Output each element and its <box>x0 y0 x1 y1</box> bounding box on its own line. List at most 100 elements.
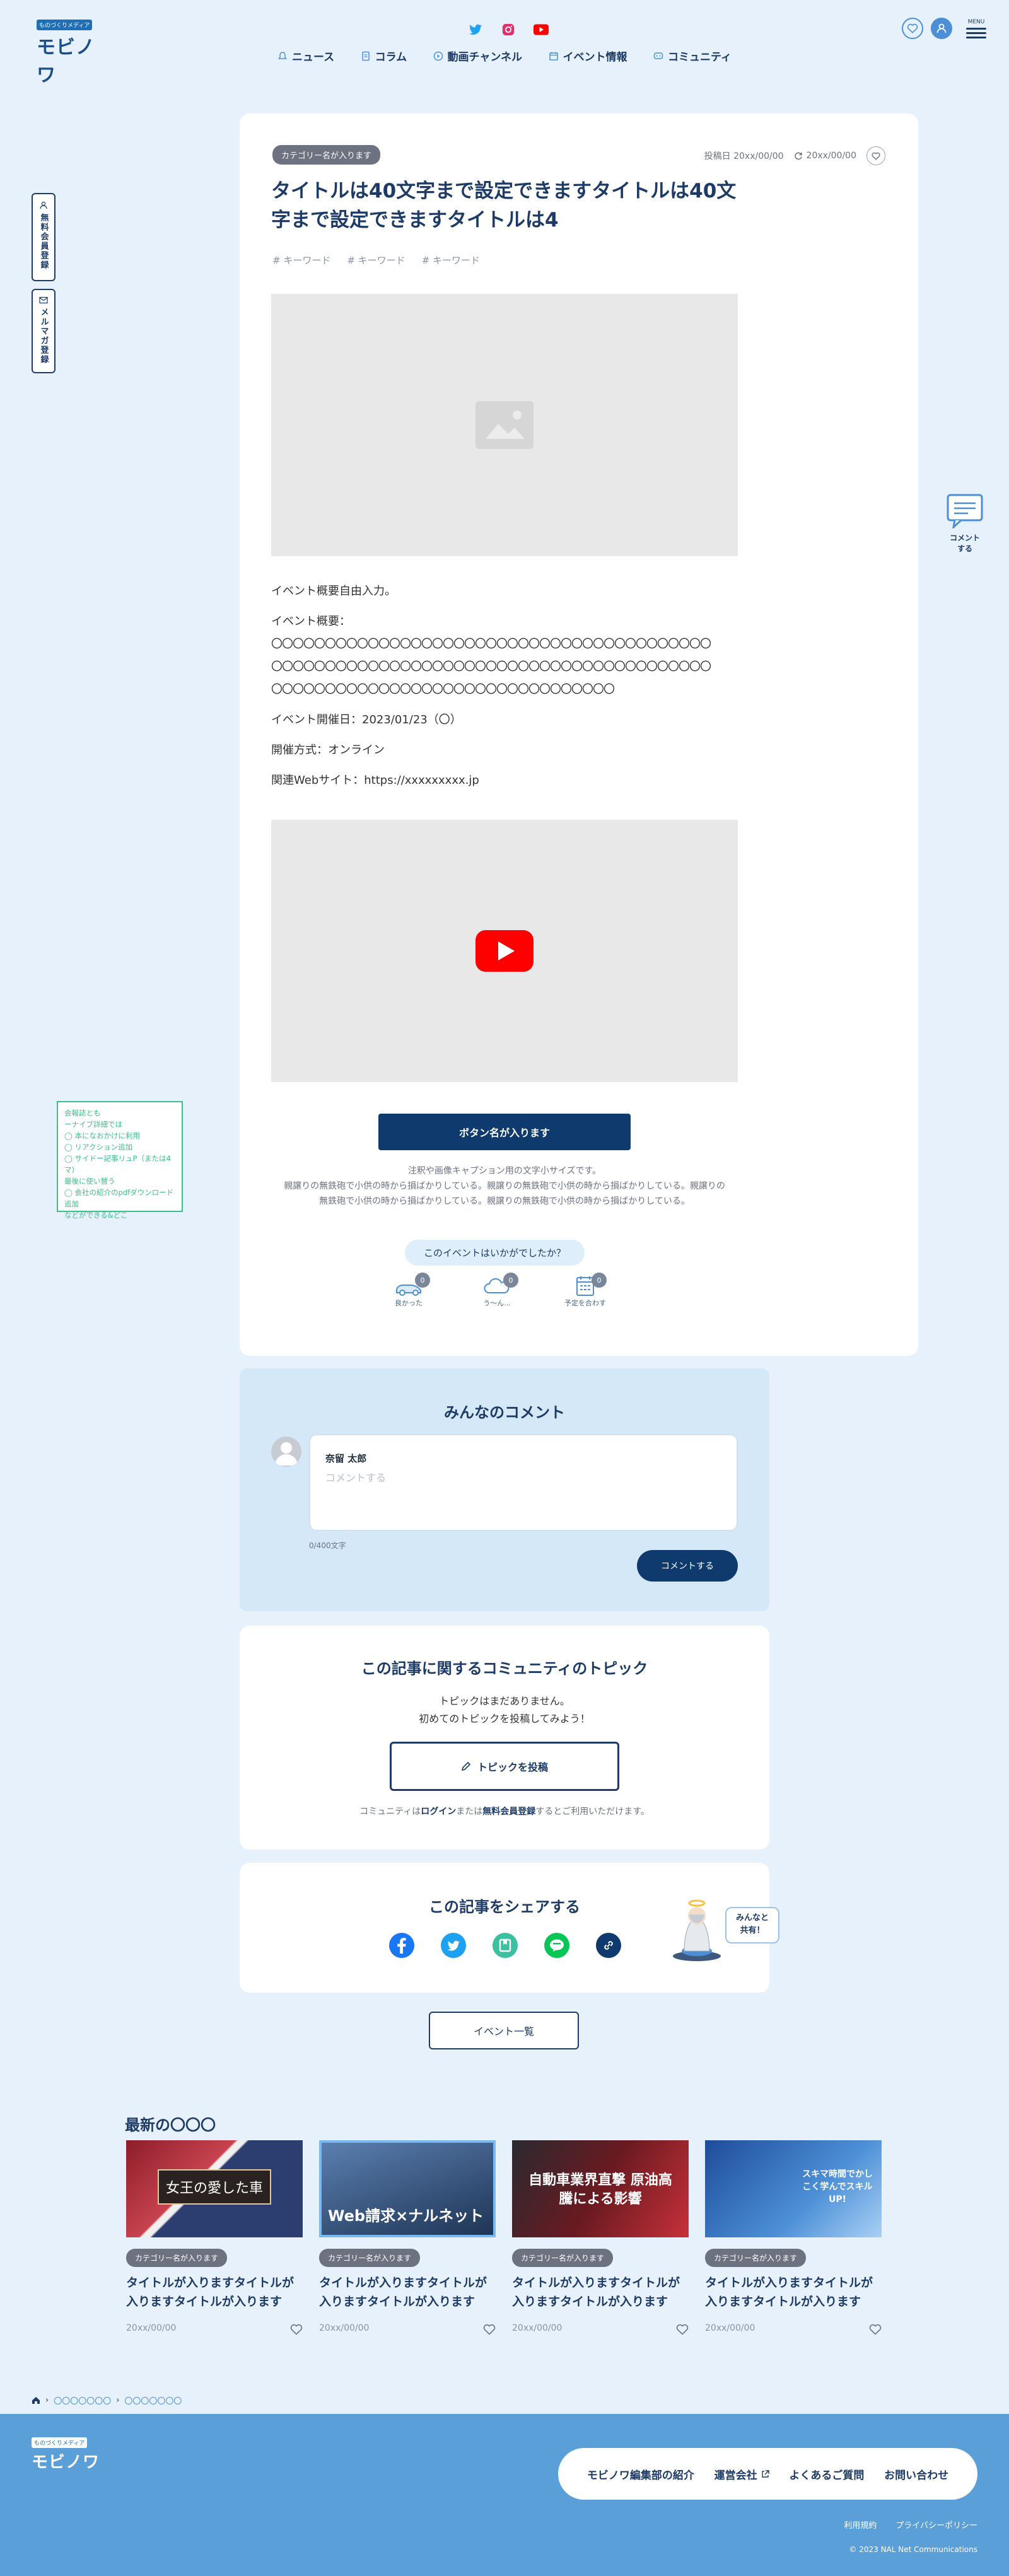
footer-logo[interactable]: ものづくりメディア モビノワ <box>32 2435 100 2473</box>
caption-line: 親譲りの無鉄砲で小供の時から損ばかりしている。親譲りの無鉄砲で小供の時から損ばか… <box>284 1181 725 1191</box>
nav-label: コラム <box>375 51 407 64</box>
article-card-title[interactable]: タイトルが入りますタイトルが入りますタイトルが入ります <box>512 2273 689 2311</box>
body-paragraph: 関連Webサイト：https://xxxxxxxxx.jp <box>271 774 479 787</box>
line-icon[interactable] <box>544 1932 570 1959</box>
chevron-right-icon: › <box>45 2396 49 2405</box>
account-button[interactable] <box>931 18 952 39</box>
nav-column[interactable]: コラム <box>361 48 407 64</box>
thumbnail-caption: Web請求×ナルネット <box>328 2207 484 2225</box>
comment-input[interactable]: コメントする <box>325 1469 386 1484</box>
breadcrumb-item[interactable]: 〇〇〇〇〇〇〇 <box>54 2394 111 2406</box>
favorites-button[interactable] <box>902 18 923 39</box>
video-player[interactable] <box>271 820 738 1082</box>
category-tag[interactable]: カテゴリー名が入ります <box>272 145 381 165</box>
article-card-item[interactable]: 自動車業界直撃 原油高騰による影響 カテゴリー名が入ります タイトルが入りますタ… <box>512 2140 689 2335</box>
nav-news[interactable]: ニュース <box>277 48 334 64</box>
memo-line: 最後に使い替う <box>64 1177 115 1186</box>
login-link[interactable]: ログイン <box>421 1807 456 1817</box>
reaction-count: 0 <box>592 1273 607 1288</box>
heart-icon[interactable] <box>869 2324 882 2335</box>
free-signup-tab[interactable]: 無料会員登録 <box>32 193 55 281</box>
article-card-item[interactable]: 女王の愛した車 カテゴリー名が入ります タイトルが入りますタイトルが入りますタイ… <box>126 2140 303 2335</box>
share-section: この記事をシェアする みんなと 共有！ <box>240 1863 779 1993</box>
privacy-link[interactable]: プライバシーポリシー <box>895 2519 977 2531</box>
heart-icon <box>872 152 880 160</box>
article-date: 20xx/00/00 <box>512 2323 563 2333</box>
reaction-schedule-button[interactable]: 0 予定を合わす <box>560 1273 610 1308</box>
article-date: 20xx/00/00 <box>705 2323 755 2333</box>
reaction-count: 0 <box>415 1273 430 1288</box>
footer-link-contact[interactable]: お問い合わせ <box>884 2466 948 2482</box>
facebook-icon[interactable] <box>388 1932 415 1959</box>
footer-link-faq[interactable]: よくあるご質問 <box>789 2466 864 2482</box>
header-actions: MENU <box>902 18 986 39</box>
reaction-hmm-button[interactable]: 0 う〜ん... <box>472 1273 522 1308</box>
memo-line: ◯ 本になおかけに利用 <box>64 1131 141 1140</box>
nav-video[interactable]: 動画チャンネル <box>433 48 522 64</box>
external-link-icon <box>761 2469 769 2478</box>
keyword-link[interactable]: # キーワード <box>347 254 405 267</box>
comment-box[interactable]: 奈留 太郎 コメントする <box>309 1434 738 1531</box>
heart-icon[interactable] <box>676 2324 689 2335</box>
heart-icon[interactable] <box>290 2324 303 2335</box>
register-link[interactable]: 無料会員登録 <box>482 1807 535 1817</box>
keyword-link[interactable]: # キーワード <box>272 254 330 267</box>
terms-link[interactable]: 利用規約 <box>844 2519 877 2531</box>
article-card-item[interactable]: スキマ時間でかしこく学んでスキルUP! カテゴリー名が入ります タイトルが入りま… <box>705 2140 882 2335</box>
footer-link-company[interactable]: 運営会社 <box>714 2466 769 2482</box>
newsletter-label: メルマガ登録 <box>38 308 49 364</box>
post-topic-label: トピックを投稿 <box>477 1761 548 1773</box>
article-date: 20xx/00/00 <box>319 2323 370 2333</box>
footer-link-editorial[interactable]: モビノワ編集部の紹介 <box>587 2466 694 2482</box>
refresh-icon <box>794 152 802 160</box>
twitter-icon[interactable] <box>440 1932 467 1959</box>
youtube-icon[interactable] <box>534 22 549 37</box>
memo-note: 会報誌とも ーナイブ詳細では ◯ 本になおかけに利用 ◯ リアクション追加 ◯ … <box>57 1101 183 1220</box>
twitter-icon[interactable] <box>468 22 483 37</box>
memo-line: ◯ 会社の紹介のpdfダウンロード追加 <box>64 1188 174 1208</box>
social-links <box>468 22 549 37</box>
comment-float-button[interactable]: コメント する <box>945 493 985 554</box>
article-card-title[interactable]: タイトルが入りますタイトルが入りますタイトルが入ります <box>126 2273 303 2311</box>
primary-action-button[interactable]: ボタン名が入ります <box>378 1114 631 1150</box>
category-tag[interactable]: カテゴリー名が入ります <box>512 2249 614 2267</box>
site-logo[interactable]: ものづくりメディア モビノワ <box>37 18 107 87</box>
body-paragraph: イベント概要自由入力。 <box>271 585 396 598</box>
menu-label: MENU <box>967 18 985 25</box>
image-icon <box>475 401 534 449</box>
latest-section-title: 最新の〇〇〇 <box>125 2116 216 2134</box>
newsletter-tab[interactable]: メルマガ登録 <box>32 289 55 373</box>
nav-community[interactable]: コミュニティ <box>653 48 732 64</box>
home-icon[interactable] <box>32 2396 40 2404</box>
copy-link-icon[interactable] <box>595 1932 622 1959</box>
note-text: するとご利用いただけます。 <box>535 1807 650 1817</box>
breadcrumb-item[interactable]: 〇〇〇〇〇〇〇 <box>124 2394 182 2406</box>
article-card-item[interactable]: Web請求×ナルネット カテゴリー名が入ります タイトルが入りますタイトルが入り… <box>319 2140 496 2335</box>
article-card-title[interactable]: タイトルが入りますタイトルが入りますタイトルが入ります <box>319 2273 496 2311</box>
thumbnail-caption: 女王の愛した車 <box>158 2169 271 2205</box>
article-card-title[interactable]: タイトルが入りますタイトルが入りますタイトルが入ります <box>705 2273 882 2311</box>
category-tag[interactable]: カテゴリー名が入ります <box>126 2249 228 2267</box>
category-tag[interactable]: カテゴリー名が入ります <box>319 2249 421 2267</box>
instagram-icon[interactable] <box>501 22 516 37</box>
article-title: タイトルは40文字まで設定できますタイトルは40文字まで設定できますタイトルは4 <box>271 180 737 231</box>
article-thumbnail: 女王の愛した車 <box>126 2140 303 2237</box>
play-icon <box>433 51 443 61</box>
submit-comment-button[interactable]: コメントする <box>637 1550 738 1582</box>
post-topic-button[interactable]: トピックを投稿 <box>390 1742 619 1791</box>
event-list-button[interactable]: イベント一覧 <box>429 2012 579 2049</box>
reaction-good-button[interactable]: 0 良かった <box>383 1273 434 1308</box>
article-meta: 投稿日 20xx/00/00 20xx/00/00 <box>704 146 885 165</box>
nav-events[interactable]: イベント情報 <box>549 48 627 64</box>
category-tag[interactable]: カテゴリー名が入ります <box>705 2249 807 2267</box>
hatena-icon[interactable] <box>492 1932 518 1959</box>
note-text: または <box>456 1807 483 1817</box>
comments-section: みんなのコメント 奈留 太郎 コメントする 0/400文字 コメントする <box>240 1368 769 1611</box>
heart-icon[interactable] <box>483 2324 496 2335</box>
pencil-icon <box>461 1761 471 1771</box>
keyword-link[interactable]: # キーワード <box>422 254 480 267</box>
menu-button[interactable]: MENU <box>966 19 986 38</box>
favorite-article-button[interactable] <box>866 146 885 165</box>
nav-label: イベント情報 <box>563 51 627 64</box>
memo-line: ◯ リアクション追加 <box>64 1143 132 1151</box>
